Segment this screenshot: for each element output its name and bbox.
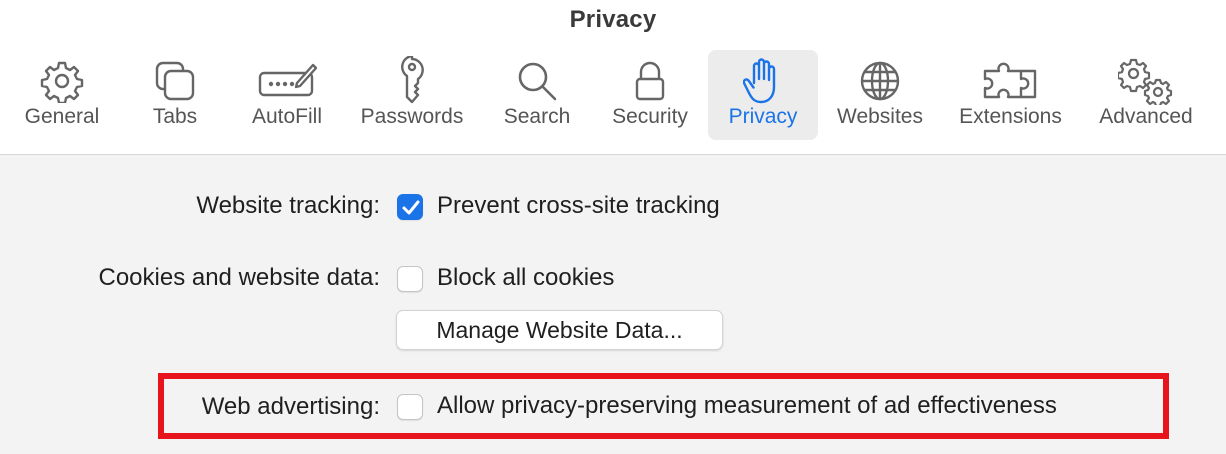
ad-measurement-label[interactable]: Allow privacy-preserving measurement of …	[437, 392, 1057, 420]
tab-tabs[interactable]: Tabs	[125, 50, 225, 140]
gear-icon	[12, 58, 112, 104]
tab-passwords[interactable]: Passwords	[352, 50, 472, 140]
gears-icon	[1088, 58, 1204, 105]
tab-label: Websites	[837, 105, 923, 128]
lock-icon	[600, 58, 700, 104]
cookies-label: Cookies and website data:	[98, 264, 380, 291]
toolbar: Privacy General Tabs AutoFill Passwords …	[0, 0, 1226, 155]
tab-websites[interactable]: Websites	[828, 50, 932, 140]
tab-advanced[interactable]: Advanced	[1088, 50, 1204, 140]
tab-label: Advanced	[1099, 105, 1193, 128]
puzzle-icon	[948, 58, 1073, 104]
preferences-window: Privacy General Tabs AutoFill Passwords …	[0, 0, 1226, 454]
manage-website-data-button[interactable]: Manage Website Data...	[396, 310, 723, 350]
tab-privacy[interactable]: Privacy	[708, 50, 818, 140]
tab-general[interactable]: General	[12, 50, 112, 140]
tab-label: Extensions	[959, 105, 1062, 128]
tab-label: Passwords	[360, 105, 464, 128]
tab-autofill[interactable]: AutoFill	[237, 50, 337, 140]
block-all-cookies-checkbox[interactable]	[397, 266, 423, 292]
tab-search[interactable]: Search	[487, 50, 587, 140]
prevent-cross-site-tracking-label[interactable]: Prevent cross-site tracking	[437, 192, 720, 220]
tab-label: Tabs	[152, 105, 198, 128]
window-title: Privacy	[569, 6, 657, 33]
checkmark-icon	[402, 200, 420, 215]
tab-label: Search	[503, 105, 571, 128]
prevent-cross-site-tracking-checkbox[interactable]	[397, 194, 423, 220]
tab-security[interactable]: Security	[600, 50, 700, 140]
website-tracking-label: Website tracking:	[196, 192, 380, 219]
tab-label: AutoFill	[251, 105, 323, 128]
search-icon	[487, 58, 587, 104]
tab-extensions[interactable]: Extensions	[948, 50, 1073, 140]
block-all-cookies-label[interactable]: Block all cookies	[437, 264, 614, 292]
tab-label: Privacy	[728, 105, 798, 128]
globe-icon	[828, 58, 932, 104]
ad-measurement-checkbox[interactable]	[397, 394, 423, 420]
tab-label: General	[24, 105, 100, 128]
tab-label: Security	[612, 105, 688, 128]
tabs-icon	[125, 58, 225, 104]
web-advertising-label: Web advertising:	[201, 393, 380, 420]
key-icon	[352, 56, 472, 104]
hand-icon	[708, 58, 818, 104]
autofill-icon	[237, 58, 337, 104]
